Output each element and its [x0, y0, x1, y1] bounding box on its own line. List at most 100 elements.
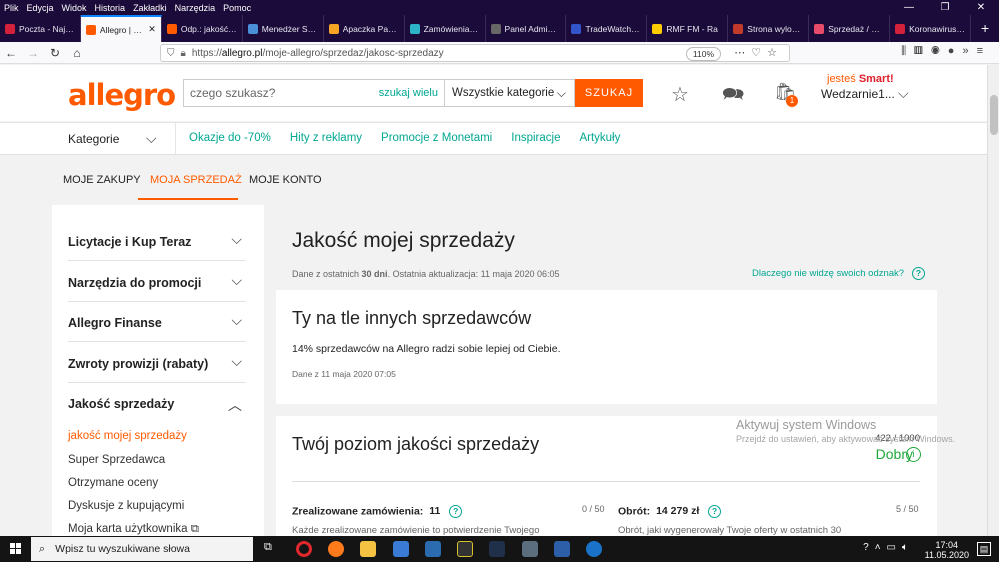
- lock-icon[interactable]: 🔒︎: [181, 48, 186, 59]
- search-button[interactable]: SZUKAJ: [575, 79, 643, 107]
- mail-icon[interactable]: [425, 541, 441, 557]
- user-name[interactable]: Wedzarnie1...: [821, 87, 895, 101]
- app-icon-3[interactable]: [522, 541, 538, 557]
- browser-tab[interactable]: Panel Administ: [486, 15, 567, 42]
- link-hity[interactable]: Hity z reklamy: [290, 132, 362, 144]
- forward-icon[interactable]: →: [22, 46, 44, 60]
- overflow-icon[interactable]: »: [962, 45, 976, 57]
- browser-tab[interactable]: RMF FM - Ra: [647, 15, 729, 42]
- tab-moje-zakupy[interactable]: MOJE ZAKUPY: [63, 174, 141, 186]
- task-view-icon[interactable]: ⧉: [264, 541, 280, 557]
- link-inspiracje[interactable]: Inspiracje: [511, 132, 560, 144]
- browser-tab[interactable]: Strona wylogow: [728, 15, 810, 42]
- more-icon[interactable]: ⋯: [734, 47, 751, 59]
- help-icon[interactable]: ?: [449, 505, 463, 518]
- messages-icon[interactable]: 🗪︎: [722, 82, 744, 112]
- back-icon[interactable]: ←: [0, 46, 22, 60]
- sidebar-item-licytacje[interactable]: Licytacje i Kup Teraz ⌵: [68, 221, 246, 261]
- file-explorer-icon[interactable]: [360, 541, 376, 557]
- app-icon[interactable]: [457, 541, 473, 557]
- account-icon[interactable]: ◉: [931, 45, 948, 57]
- new-tab-icon[interactable]: +: [971, 15, 999, 42]
- link-okazje[interactable]: Okazje do -70%: [189, 132, 271, 144]
- tab-moje-konto[interactable]: MOJE KONTO: [249, 174, 322, 186]
- menu-historia[interactable]: Historia: [95, 3, 126, 13]
- minimize-icon[interactable]: —: [891, 0, 927, 15]
- menu-plik[interactable]: Plik: [4, 3, 19, 13]
- browser-tab[interactable]: Apaczka Panel: [324, 15, 405, 42]
- tab-favicon-icon: [490, 23, 501, 34]
- star-icon[interactable]: ☆: [671, 82, 689, 107]
- scrollbar-thumb[interactable]: [990, 95, 998, 135]
- page-scrollbar[interactable]: [987, 65, 999, 536]
- tab-close-icon[interactable]: ✕: [148, 24, 156, 35]
- tab-title: Allegro | Jak: [99, 24, 146, 35]
- word-icon[interactable]: [554, 541, 570, 557]
- clock[interactable]: 17:04 11.05.2020: [925, 540, 969, 560]
- sidebar-item-finanse[interactable]: Allegro Finanse ⌵: [68, 302, 246, 342]
- meta-prefix: Dane z ostatnich: [292, 269, 362, 279]
- firefox-icon[interactable]: [328, 541, 344, 557]
- windows-start-icon[interactable]: [10, 543, 22, 555]
- hamburger-icon[interactable]: ≡: [977, 45, 991, 57]
- navigation-bar: ← → ↻ ⌂ ⛉ 🔒︎ https://allegro.pl/moje-all…: [0, 42, 999, 64]
- edge-icon[interactable]: [586, 541, 602, 557]
- help-icon[interactable]: ?: [912, 267, 926, 280]
- sidebar-item-zwroty[interactable]: Zwroty prowizji (rabaty) ⌵: [68, 343, 246, 383]
- opera-icon[interactable]: [296, 541, 312, 557]
- browser-tab[interactable]: Koronawirus. M: [890, 15, 972, 42]
- browser-tab[interactable]: Odp.: jakość sp: [162, 15, 243, 42]
- menu-widok[interactable]: Widok: [62, 3, 87, 13]
- pocket-icon[interactable]: ♡: [751, 47, 767, 59]
- browser-tab[interactable]: Menedżer Sprz: [243, 15, 324, 42]
- info-icon[interactable]: i: [906, 447, 921, 462]
- search-input[interactable]: czego szukasz? szukaj wielu: [183, 79, 445, 107]
- why-badges-link[interactable]: Dlaczego nie widzę swoich odznak? ?: [752, 267, 926, 280]
- close-icon[interactable]: ✕: [963, 0, 999, 15]
- shield-icon[interactable]: ⛉: [167, 48, 175, 59]
- browser-tab[interactable]: TradeWatch - R: [566, 15, 648, 42]
- menu-zakladki[interactable]: Zakładki: [133, 3, 167, 13]
- chevron-up-icon[interactable]: ˄: [875, 542, 887, 553]
- network-icon[interactable]: ▭: [887, 542, 902, 553]
- restore-icon[interactable]: ❐: [927, 0, 963, 15]
- link-artykuly[interactable]: Artykuły: [579, 132, 620, 144]
- sidebar-sub-jakosc-mojej[interactable]: jakość mojej sprzedaży: [68, 430, 187, 442]
- sidebar-sub-karta[interactable]: Moja karta użytkownika ⧉: [68, 523, 199, 536]
- zoom-level[interactable]: 110%: [685, 47, 721, 61]
- help-icon[interactable]: ?: [708, 505, 722, 518]
- sidebar-sub-super-sprzedawca[interactable]: Super Sprzedawca: [68, 454, 165, 466]
- bookmark-star-icon[interactable]: ☆: [767, 47, 783, 59]
- categories-menu[interactable]: Kategorie: [68, 132, 119, 146]
- addon-icon[interactable]: ●: [948, 45, 963, 57]
- taskbar-search[interactable]: ⌕ Wpisz tu wyszukiwane słowa: [31, 537, 253, 561]
- link-promocje[interactable]: Promocje z Monetami: [381, 132, 492, 144]
- browser-tab[interactable]: Poczta - Najlep: [0, 15, 81, 42]
- browser-tab[interactable]: Sprzedaż / Fakt: [809, 15, 891, 42]
- category-select[interactable]: Wszystkie kategorie ⌵: [444, 79, 575, 107]
- sidebar-icon[interactable]: ▥: [914, 45, 931, 57]
- notification-icon[interactable]: ▤: [977, 542, 991, 556]
- menu-pomoc[interactable]: Pomoc: [223, 3, 251, 13]
- help-icon[interactable]: ?: [863, 542, 875, 553]
- browser-tab[interactable]: Allegro | Jak ✕: [80, 15, 162, 42]
- menu-edycja[interactable]: Edycja: [27, 3, 54, 13]
- menu-narzedzia[interactable]: Narzędzia: [175, 3, 216, 13]
- sidebar-item-narzedzia[interactable]: Narzędzia do promocji ⌵: [68, 262, 246, 302]
- chevron-down-icon[interactable]: ⌵: [146, 130, 157, 147]
- library-icon[interactable]: ⫼: [901, 45, 914, 57]
- home-icon[interactable]: ⌂: [66, 46, 88, 60]
- reload-icon[interactable]: ↻: [44, 46, 66, 60]
- store-icon[interactable]: [393, 541, 409, 557]
- url-bar[interactable]: ⛉ 🔒︎ https://allegro.pl/moje-allegro/spr…: [160, 44, 790, 62]
- allegro-logo[interactable]: allegro: [68, 78, 176, 112]
- browser-tab[interactable]: Zamówienia : 2: [405, 15, 486, 42]
- sidebar-sub-dyskusje[interactable]: Dyskusje z kupującymi: [68, 500, 184, 512]
- search-many-link[interactable]: szukaj wielu: [379, 87, 444, 99]
- sidebar-item-jakosc[interactable]: Jakość sprzedaży ︿: [68, 383, 246, 423]
- user-chevron-icon[interactable]: ⌵: [898, 85, 909, 102]
- volume-icon[interactable]: 🔈︎: [902, 542, 914, 553]
- sidebar-sub-oceny[interactable]: Otrzymane oceny: [68, 477, 158, 489]
- tab-moja-sprzedaz[interactable]: MOJA SPRZEDAŻ: [150, 174, 242, 186]
- app-icon-2[interactable]: [489, 541, 505, 557]
